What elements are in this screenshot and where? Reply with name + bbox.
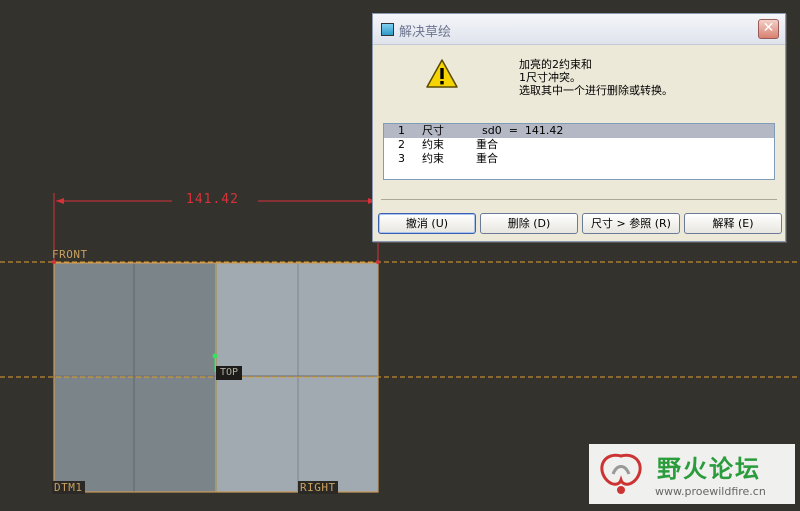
- conflict-message: 加亮的2约束和 1尺寸冲突。 选取其中一个进行删除或转换。: [519, 58, 673, 97]
- undo-button[interactable]: 撤消 (U): [378, 213, 476, 234]
- conflict-row[interactable]: 1 尺寸 sd0 = 141.42: [384, 124, 774, 138]
- conflict-number: 1: [398, 124, 405, 137]
- conflict-type: 尺寸: [422, 124, 444, 137]
- right-plane-label: RIGHT: [298, 481, 338, 494]
- message-line-2: 1尺寸冲突。: [519, 71, 581, 84]
- dtm1-plane-label: DTM1: [52, 481, 85, 494]
- conflict-row[interactable]: 2 约束 重合: [384, 138, 774, 152]
- dim-to-reference-button[interactable]: 尺寸 > 参照 (R): [582, 213, 680, 234]
- window-app-icon: [381, 23, 394, 36]
- conflict-detail: 重合: [476, 138, 498, 151]
- message-line-1: 加亮的2约束和: [519, 58, 592, 71]
- dialog-titlebar[interactable]: 解决草绘 ✕: [373, 14, 785, 45]
- conflict-detail: 重合: [476, 152, 498, 165]
- top-plane-label: TOP: [216, 366, 242, 380]
- forum-title: 野火论坛: [657, 455, 761, 483]
- message-line-3: 选取其中一个进行删除或转换。: [519, 84, 673, 97]
- dialog-title: 解决草绘: [399, 25, 452, 40]
- conflict-row[interactable]: 3 约束 重合: [384, 152, 774, 166]
- delete-button[interactable]: 删除 (D): [480, 213, 578, 234]
- vertex-marker-right[interactable]: [376, 260, 380, 264]
- dimension-arrow-left: [56, 198, 64, 204]
- resolve-sketch-dialog: 解决草绘 ✕ 加亮的2约束和 1尺寸冲突。 选取其中一个进行删除或转换。 1 尺…: [372, 13, 786, 242]
- forum-url: www.proewildfire.cn: [655, 485, 766, 498]
- conflict-number: 3: [398, 152, 405, 165]
- conflict-type: 约束: [422, 152, 444, 165]
- conflict-type: 约束: [422, 138, 444, 151]
- warning-icon: [426, 59, 458, 88]
- conflict-detail: sd0 = 141.42: [482, 124, 564, 137]
- dialog-separator: [381, 199, 777, 200]
- conflict-list[interactable]: 1 尺寸 sd0 = 141.42 2 约束 重合 3 约束 重合: [383, 123, 775, 180]
- forum-watermark: 野火论坛 www.proewildfire.cn: [589, 444, 795, 504]
- close-button[interactable]: ✕: [758, 19, 779, 39]
- dimension-value-label[interactable]: 141.42: [186, 192, 239, 207]
- explain-button[interactable]: 解释 (E): [684, 213, 782, 234]
- conflict-number: 2: [398, 138, 405, 151]
- forum-logo-icon: [600, 453, 642, 494]
- front-plane-label: FRONT: [52, 248, 88, 261]
